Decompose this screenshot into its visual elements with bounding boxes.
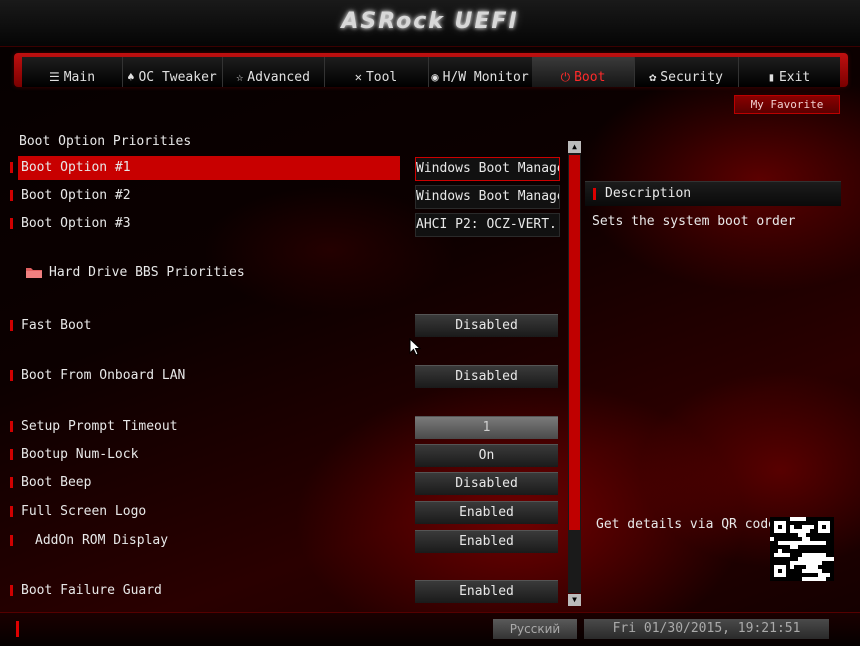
datetime-display: Fri 01/30/2015, 19:21:51 (584, 619, 829, 639)
nav-tabs-bar: ☰ Main ♠ OC Tweaker ☆ Advanced ✕ Tool ◉ H/W M… (22, 57, 840, 87)
boot-failure-guard-value[interactable]: Enabled (415, 580, 558, 603)
row-marker (10, 585, 13, 596)
footer-marker (16, 621, 19, 637)
tab-advanced[interactable]: ☆ Advanced (222, 57, 325, 87)
flame-icon: ♠ (127, 70, 135, 84)
section-title: Boot Option Priorities (19, 134, 192, 149)
setting-label: Bootup Num-Lock (21, 447, 139, 462)
description-text: Sets the system boot order (592, 214, 796, 229)
row-marker (10, 477, 13, 488)
language-button[interactable]: Русский (493, 619, 577, 639)
boot-beep-value[interactable]: Disabled (415, 472, 558, 495)
fast-boot-value[interactable]: Disabled (415, 314, 558, 337)
full-screen-logo-row[interactable]: Full Screen Logo (0, 500, 400, 524)
setting-label: Boot Failure Guard (21, 583, 162, 598)
row-marker (10, 506, 13, 517)
setup-prompt-timeout-row[interactable]: Setup Prompt Timeout (0, 415, 400, 439)
tab-label: Main (63, 70, 96, 85)
tab-label: Advanced (247, 70, 310, 85)
tools-icon: ✕ (354, 70, 362, 84)
row-marker (10, 218, 13, 229)
tab-label: Tool (365, 70, 398, 85)
tab-label: OC Tweaker (138, 70, 217, 85)
description-header: Description (585, 181, 841, 206)
hard-drive-bbs-row[interactable]: Hard Drive BBS Priorities (0, 261, 400, 285)
row-marker (10, 370, 13, 381)
boot-from-onboard-lan-row[interactable]: Boot From Onboard LAN (0, 364, 400, 388)
qr-code-icon[interactable] (770, 517, 834, 581)
tab-label: H/W Monitor (442, 70, 529, 85)
row-marker (10, 449, 13, 460)
description-title: Description (605, 186, 692, 201)
tab-label: Security (660, 70, 723, 85)
full-screen-logo-value[interactable]: Enabled (415, 501, 558, 524)
bootup-num-lock-row[interactable]: Bootup Num-Lock (0, 443, 400, 467)
tab-exit[interactable]: ▮ Exit (738, 57, 840, 87)
my-favorite-button[interactable]: My Favorite (734, 95, 840, 114)
list-icon: ☰ (48, 70, 60, 84)
tab-boot[interactable]: ⏻ Boot (532, 57, 635, 87)
boot-option-2-value[interactable]: Windows Boot Manager (415, 185, 560, 209)
header: ASRock UEFI (0, 0, 860, 47)
setting-label: Full Screen Logo (21, 504, 147, 519)
star-icon: ☆ (236, 70, 244, 84)
row-marker (10, 320, 13, 331)
shield-icon: ✿ (649, 70, 657, 84)
row-marker (10, 535, 13, 546)
mouse-cursor-icon (409, 338, 421, 356)
tab-hw-monitor[interactable]: ◉ H/W Monitor (428, 57, 533, 87)
boot-beep-row[interactable]: Boot Beep (0, 471, 400, 495)
row-marker (593, 188, 596, 200)
setting-label: Boot Beep (21, 475, 92, 490)
tab-oc-tweaker[interactable]: ♠ OC Tweaker (122, 57, 223, 87)
row-marker (10, 421, 13, 432)
exit-door-icon: ▮ (767, 70, 775, 84)
setting-label: Boot Option #3 (21, 216, 131, 231)
bootup-num-lock-value[interactable]: On (415, 444, 558, 467)
qr-label: Get details via QR code (596, 517, 777, 532)
row-marker (10, 162, 13, 173)
fast-boot-row[interactable]: Fast Boot (0, 314, 400, 338)
row-marker (10, 190, 13, 201)
setting-label: Setup Prompt Timeout (21, 419, 178, 434)
tab-label: Boot (574, 70, 606, 85)
boot-from-onboard-lan-value[interactable]: Disabled (415, 365, 558, 388)
asrock-uefi-logo: ASRock UEFI (341, 9, 519, 34)
setting-label: Fast Boot (21, 318, 92, 333)
boot-option-1-row[interactable]: Boot Option #1 (0, 156, 400, 180)
tab-security[interactable]: ✿ Security (634, 57, 739, 87)
tab-main[interactable]: ☰ Main (22, 57, 123, 87)
boot-option-2-row[interactable]: Boot Option #2 (0, 184, 400, 208)
boot-option-1-value[interactable]: Windows Boot Manager (415, 157, 560, 181)
power-icon: ⏻ (560, 70, 571, 84)
scroll-up-arrow-icon[interactable]: ▲ (568, 141, 581, 153)
tab-tool[interactable]: ✕ Tool (324, 57, 429, 87)
scrollbar-thumb[interactable] (569, 155, 580, 530)
boot-option-3-value[interactable]: AHCI P2: OCZ-VERT... (415, 213, 560, 237)
setting-label: Boot Option #2 (21, 188, 131, 203)
addon-rom-display-value[interactable]: Enabled (415, 530, 558, 553)
boot-option-3-row[interactable]: Boot Option #3 (0, 212, 400, 236)
boot-failure-guard-row[interactable]: Boot Failure Guard (0, 579, 400, 603)
setting-label: AddOn ROM Display (35, 533, 169, 548)
scroll-down-arrow-icon[interactable]: ▼ (568, 594, 581, 606)
tab-label: Exit (778, 70, 811, 85)
setup-prompt-timeout-input[interactable]: 1 (415, 416, 558, 439)
folder-icon (26, 268, 42, 278)
setting-label: Boot Option #1 (21, 160, 131, 175)
setting-label: Hard Drive BBS Priorities (49, 265, 245, 280)
addon-rom-display-row[interactable]: AddOn ROM Display (0, 529, 400, 553)
footer-bar: Русский Fri 01/30/2015, 19:21:51 (0, 612, 860, 646)
main-nav: ☰ Main ♠ OC Tweaker ☆ Advanced ✕ Tool ◉ H/W M… (14, 53, 848, 87)
setting-label: Boot From Onboard LAN (21, 368, 186, 383)
monitor-icon: ◉ (431, 70, 439, 84)
